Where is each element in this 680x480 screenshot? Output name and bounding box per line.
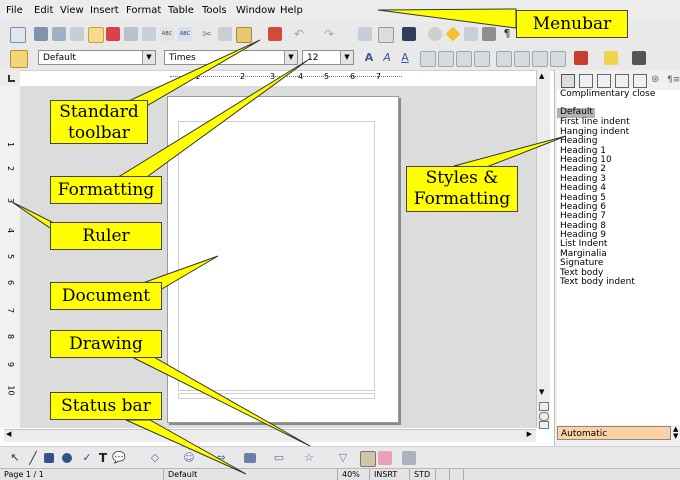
callout-styles-formatting: Styles & Formatting xyxy=(406,166,518,212)
callout-ruler: Ruler xyxy=(50,222,162,250)
callout-status-bar: Status bar xyxy=(50,392,162,420)
arrow-menubar xyxy=(377,8,517,29)
callout-drawing: Drawing xyxy=(50,330,162,358)
arrow-status-bar xyxy=(125,419,247,475)
arrow-styles xyxy=(453,135,567,169)
callout-menubar: Menubar xyxy=(516,10,628,38)
arrow-formatting xyxy=(118,59,309,183)
callout-document: Document xyxy=(50,282,162,310)
callout-formatting: Formatting xyxy=(50,176,162,204)
callout-standard-toolbar: Standard toolbar xyxy=(50,100,148,144)
